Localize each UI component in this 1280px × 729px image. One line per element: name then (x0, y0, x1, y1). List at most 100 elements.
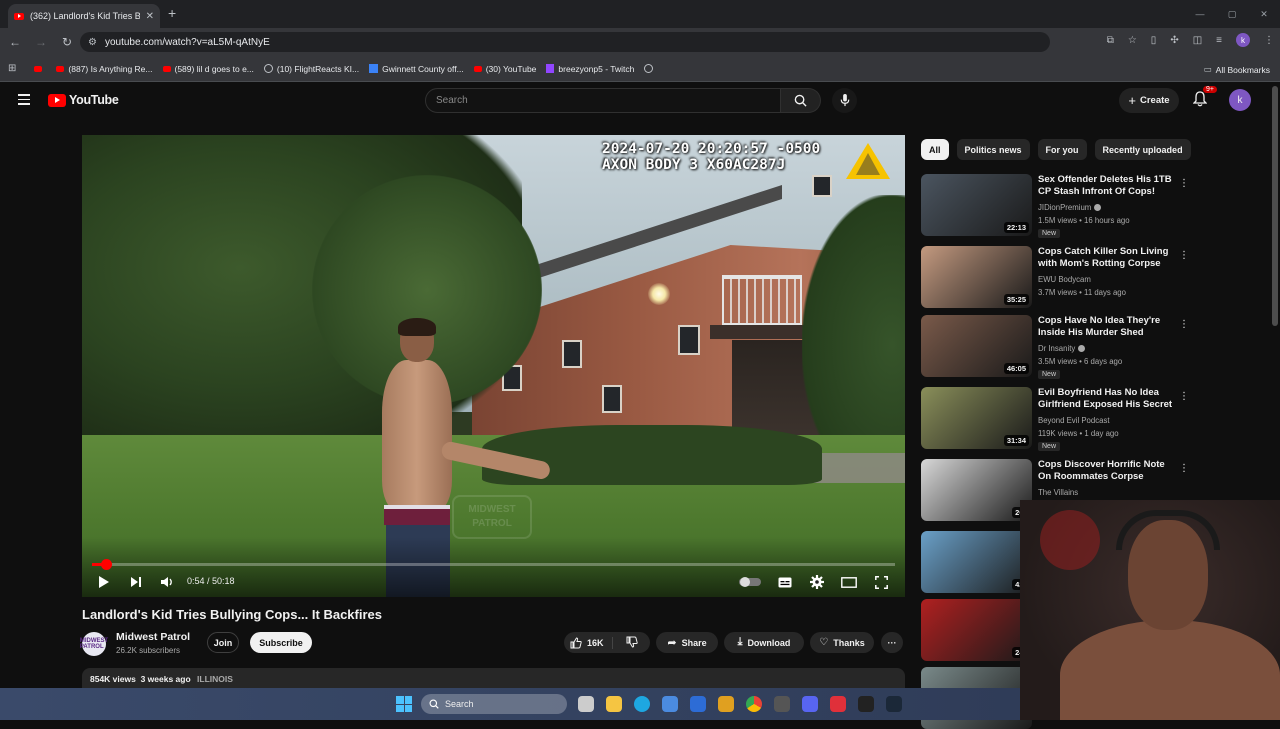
store-icon[interactable] (662, 696, 678, 712)
video-thumbnail[interactable]: 46:05 (921, 315, 1032, 377)
maximize-icon[interactable]: ▢ (1216, 0, 1248, 28)
app-icon[interactable] (718, 696, 734, 712)
video-thumbnail[interactable]: 24: (921, 599, 1032, 661)
recommendation-item[interactable]: 31:34 Evil Boyfriend Has No Idea Girlfrie… (921, 387, 1189, 451)
video-thumbnail[interactable]: 26: (921, 459, 1032, 521)
more-vertical-icon[interactable]: ⋮ (1179, 178, 1189, 189)
profile-avatar[interactable]: k (1236, 33, 1250, 47)
bookmark-star-icon[interactable]: ☆ (1128, 35, 1137, 46)
chip-all[interactable]: All (921, 139, 949, 160)
app-icon[interactable] (830, 696, 846, 712)
recommendation-title[interactable]: Cops Catch Killer Son Living with Mom's … (1038, 246, 1173, 270)
fullscreen-button[interactable] (871, 571, 891, 593)
play-button[interactable] (94, 571, 114, 593)
recommendation-item[interactable]: 22:13 Sex Offender Deletes His 1TB CP Sta… (921, 174, 1189, 238)
new-tab-icon[interactable]: + (168, 5, 176, 21)
chrome-icon[interactable] (746, 696, 762, 712)
obs-icon[interactable] (774, 696, 790, 712)
globe-icon[interactable] (644, 64, 654, 73)
recommendation-channel[interactable]: Dr Insanity (1038, 344, 1086, 353)
channel-avatar[interactable]: MIDWEST PATROL (80, 632, 108, 656)
close-tab-icon[interactable]: ✕ (146, 11, 154, 22)
bookmark-item[interactable]: Gwinnett County off... (369, 64, 464, 74)
more-actions-button[interactable]: ··· (881, 632, 903, 653)
bookmark-item[interactable]: (30) YouTube (473, 64, 536, 74)
site-info-icon[interactable]: ⚙ (88, 37, 97, 48)
dropbox-icon[interactable] (690, 696, 706, 712)
chip-recently-uploaded[interactable]: Recently uploaded (1094, 139, 1191, 160)
more-vertical-icon[interactable]: ⋮ (1179, 391, 1189, 402)
recommendation-title[interactable]: Sex Offender Deletes His 1TB CP Stash In… (1038, 174, 1173, 198)
bookmark-item[interactable]: (589) lil d goes to e... (162, 64, 254, 74)
recommendation-title[interactable]: Cops Have No Idea They're Inside His Mur… (1038, 315, 1173, 339)
next-button[interactable] (126, 571, 146, 593)
address-bar[interactable]: ⚙ youtube.com/watch?v=aL5M-qAtNyE (80, 32, 1050, 52)
thanks-button[interactable]: ♡ Thanks (810, 632, 874, 653)
recommendation-channel[interactable]: JIDionPremium (1038, 203, 1102, 212)
bookmark-item[interactable]: (887) Is Anything Re... (56, 64, 153, 74)
recommendation-channel[interactable]: EWU Bodycam (1038, 275, 1091, 284)
volume-button[interactable] (157, 571, 177, 593)
subscribe-button[interactable]: Subscribe (250, 632, 312, 653)
search-button[interactable] (781, 88, 821, 113)
steam-icon[interactable] (886, 696, 902, 712)
video-thumbnail[interactable]: 35:25 (921, 246, 1032, 308)
search-input[interactable]: Search (425, 88, 781, 113)
edge-icon[interactable] (634, 696, 650, 712)
sidepanel-icon[interactable]: ◫ (1193, 35, 1202, 46)
recommendation-channel[interactable]: Beyond Evil Podcast (1038, 416, 1110, 425)
all-bookmarks[interactable]: ▭ All Bookmarks (1204, 64, 1270, 75)
browser-tab[interactable]: (362) Landlord's Kid Tries Bullying ✕ (8, 4, 160, 28)
youtube-logo[interactable]: YouTube (48, 93, 119, 107)
bookmark-item[interactable]: (10) FlightReacts KI... (263, 64, 359, 74)
location-tag[interactable]: ILLINOIS (197, 674, 233, 684)
install-app-icon[interactable]: ⧉ (1107, 35, 1114, 46)
progress-bar[interactable] (92, 559, 895, 570)
channel-name[interactable]: Midwest Patrol (116, 631, 190, 643)
dislike-button[interactable] (626, 636, 638, 650)
media-icon[interactable]: ≡ (1216, 35, 1222, 46)
more-vertical-icon[interactable]: ⋮ (1179, 319, 1189, 330)
file-explorer-icon[interactable] (606, 696, 622, 712)
recommendation-item[interactable]: 46:05 Cops Have No Idea They're Inside Hi… (921, 315, 1189, 379)
windows-start-icon[interactable] (396, 696, 412, 712)
theater-mode-button[interactable] (839, 571, 859, 593)
taskbar-search[interactable]: Search (421, 694, 567, 714)
subtitles-button[interactable] (775, 571, 795, 593)
notifications-button[interactable] (1192, 91, 1208, 112)
recommendation-title[interactable]: Cops Discover Horrific Note On Roommates… (1038, 459, 1173, 483)
minimize-icon[interactable]: — (1184, 0, 1216, 28)
more-vertical-icon[interactable]: ⋮ (1179, 463, 1189, 474)
account-avatar[interactable]: k (1229, 89, 1251, 111)
menu-icon[interactable] (18, 94, 30, 108)
like-button[interactable]: 16K (570, 636, 613, 649)
voice-search-button[interactable] (832, 88, 857, 113)
discord-icon[interactable] (802, 696, 818, 712)
back-icon[interactable]: ← (8, 35, 22, 49)
video-thumbnail[interactable]: 42: (921, 531, 1032, 593)
reader-icon[interactable]: ▯ (1151, 35, 1157, 46)
bookmark-item[interactable]: breezyonp5 - Twitch (546, 64, 634, 74)
join-button[interactable]: Join (207, 632, 239, 653)
task-view-icon[interactable] (578, 696, 594, 712)
page-scrollbar[interactable] (1272, 86, 1278, 326)
close-window-icon[interactable]: ✕ (1248, 0, 1280, 28)
browser-menu-icon[interactable]: ⋮ (1264, 35, 1274, 46)
autoplay-toggle[interactable] (738, 571, 762, 593)
forward-icon[interactable]: → (34, 35, 48, 49)
share-button[interactable]: ➦ Share (656, 632, 718, 653)
settings-button[interactable] (807, 571, 827, 593)
extensions-icon[interactable]: ✣ (1170, 35, 1178, 46)
recommendation-item[interactable]: 35:25 Cops Catch Killer Son Living with M… (921, 246, 1189, 308)
chip-politics-news[interactable]: Politics news (956, 139, 1030, 160)
bookmark-item[interactable] (34, 65, 46, 72)
more-vertical-icon[interactable]: ⋮ (1179, 250, 1189, 261)
video-player[interactable]: MIDWEST PATROL 2024-07-20 20:20:57 -0500… (82, 135, 905, 597)
recommendation-channel[interactable]: The Villains (1038, 488, 1078, 497)
video-thumbnail[interactable]: 31:34 (921, 387, 1032, 449)
create-button[interactable]: + Create (1119, 88, 1179, 113)
chip-for-you[interactable]: For you (1037, 139, 1087, 160)
download-button[interactable]: ⤓ Download (724, 632, 804, 653)
recommendation-title[interactable]: Evil Boyfriend Has No Idea Girlfriend Ex… (1038, 387, 1173, 411)
tiktok-icon[interactable] (858, 696, 874, 712)
